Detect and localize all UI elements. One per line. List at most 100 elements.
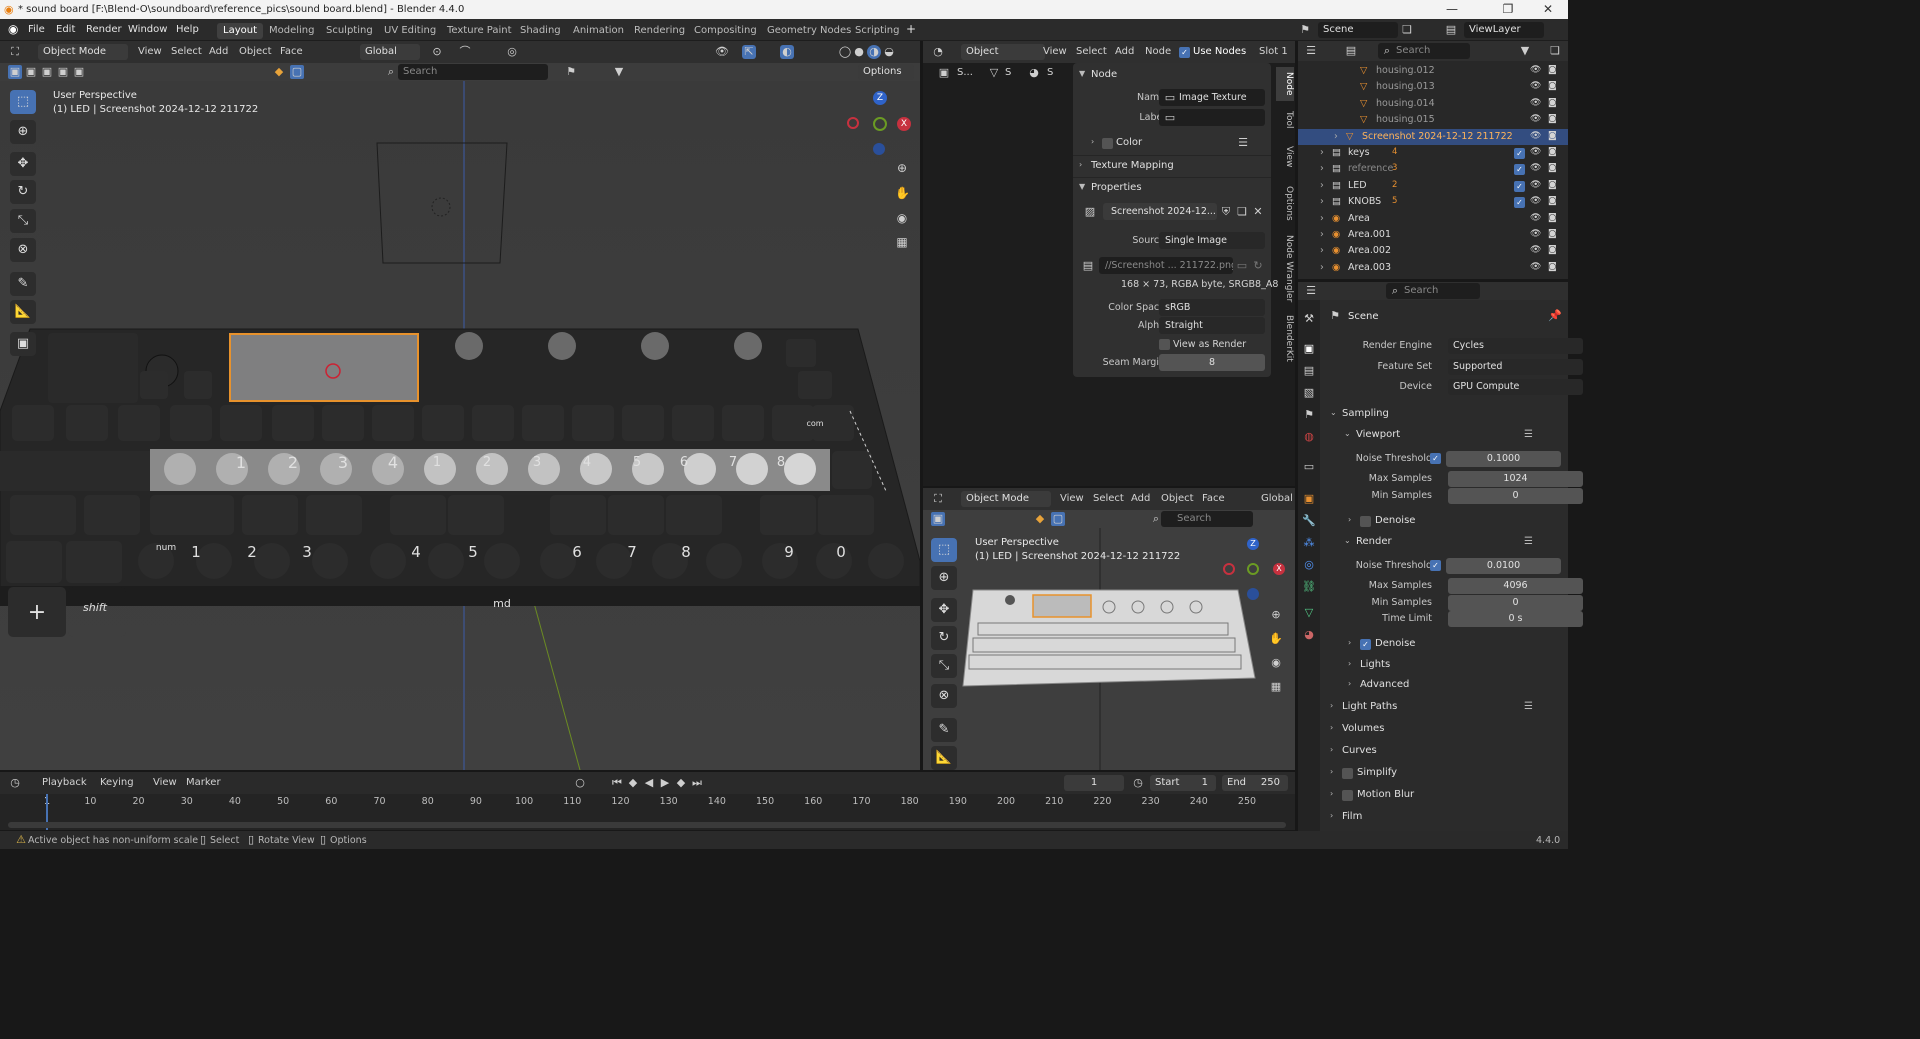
visibility-eye-icon[interactable]: 👁 [1530,65,1541,75]
fake-user-icon[interactable]: ⛨ [1219,205,1233,219]
visibility-eye-icon[interactable]: 👁 [1530,229,1541,239]
section-render[interactable]: ⌄ Render ☰ [1320,532,1568,552]
visibility-eye-icon[interactable]: 👁 [1530,213,1541,223]
viewport2-zoom-icon[interactable]: ⊕ [1269,608,1283,622]
viewport2-vertex-icon[interactable]: ▢ [1051,512,1065,526]
tab-modeling[interactable]: Modeling [263,23,321,39]
use-nodes-checkbox[interactable]: ✓ [1179,47,1190,58]
section-viewport-denoise-checkbox[interactable] [1360,516,1371,527]
outliner-display-mode-icon[interactable]: ▤ [1344,44,1358,58]
viewport-noise-threshold-checkbox[interactable]: ✓ [1430,453,1441,464]
blender-menu-icon[interactable]: ◉ [8,22,18,36]
viewport2-gizmo-z[interactable]: Z [1247,538,1259,550]
tab-sculpting[interactable]: Sculpting [320,23,379,39]
section-curves[interactable]: › Curves [1320,741,1568,761]
properties-editor-type-icon[interactable]: ☰ [1304,284,1318,298]
knob-4[interactable] [734,332,762,360]
viewport2-grid-icon[interactable]: ▦ [1269,680,1283,694]
render-camera-icon[interactable]: ◙ [1548,196,1557,206]
tab-texture-paint[interactable]: Texture Paint [441,23,518,39]
section-viewport[interactable]: ⌄ Viewport ☰ [1320,425,1568,445]
duplicate-icon[interactable]: ❏ [1235,205,1249,219]
viewport-min-samples-field[interactable]: 0 [1448,488,1583,504]
select-intersect-icon[interactable]: ▣ [72,65,86,79]
colorspace-dropdown[interactable]: sRGB [1159,299,1265,316]
outliner-row[interactable]: › ▤ LED 2 ✓ 👁 ◙ [1298,178,1568,194]
outliner-row[interactable]: › ◉ Area 👁 ◙ [1298,211,1568,227]
scale-tool-icon[interactable]: ⤡ [10,209,36,233]
viewport-max-samples-field[interactable]: 1024 [1448,471,1583,487]
select-subtract-icon[interactable]: ▣ [40,65,54,79]
menu-render[interactable]: Render [86,24,122,35]
vertex-mode-icon[interactable]: ▢ [290,65,304,79]
key-small-1[interactable] [140,371,168,399]
viewport-menu-view[interactable]: View [138,46,162,57]
alpha-dropdown[interactable]: Straight [1159,317,1265,334]
collection-tab-icon[interactable]: ▭ [1302,460,1316,474]
viewport2-cursor-tool-icon[interactable]: ⊕ [931,566,957,590]
viewport2-select-tool-icon[interactable]: ⬚ [931,538,957,562]
feature-set-field[interactable]: Supported [1448,359,1583,375]
particles-tab-icon[interactable]: ⁂ [1302,536,1316,550]
viewport2-gizmo-y[interactable] [1247,563,1259,575]
render-camera-icon[interactable]: ◙ [1548,262,1557,272]
annotate-tool-icon[interactable]: ✎ [10,272,36,296]
visibility-icon[interactable]: 👁 [715,45,729,59]
node-editor-type-icon[interactable]: ◔ [931,45,945,59]
tab-blenderkit[interactable]: BlenderKit [1276,313,1294,363]
filepath-field[interactable]: //Screenshot ... 211722.png [1099,257,1233,274]
modifiers-tab-icon[interactable]: 🔧 [1302,514,1316,528]
area-separator-h1[interactable] [923,486,1295,488]
viewport-menu-add[interactable]: Add [209,46,228,57]
viewport2-menu-add[interactable]: Add [1131,493,1150,504]
node-menu-select[interactable]: Select [1076,46,1107,57]
tab-options[interactable]: Options [1276,181,1294,225]
scene-tab-icon[interactable]: ⚑ [1302,408,1316,422]
render-camera-icon[interactable]: ◙ [1548,163,1557,173]
render-camera-icon[interactable]: ◙ [1548,245,1557,255]
led-screen-selected[interactable] [229,333,419,402]
section-volumes[interactable]: › Volumes [1320,719,1568,739]
tab-shading[interactable]: Shading [514,23,567,39]
visibility-eye-icon[interactable]: 👁 [1530,196,1541,206]
viewport2-gizmo-x[interactable]: X [1273,563,1285,575]
render-time-limit-field[interactable]: 0 s [1448,611,1583,627]
area-separator-v1[interactable] [920,41,923,771]
presets-list-icon[interactable]: ☰ [1524,536,1533,547]
outliner[interactable]: ☰ ▤ Search ⌕ ▼ ❏ ▽ housing.012 👁 ◙ ▽ housing.… [1298,41,1568,279]
outliner-row[interactable]: › ▤ keys 4 ✓ 👁 ◙ [1298,145,1568,161]
visibility-eye-icon[interactable]: 👁 [1530,131,1541,141]
end-frame-field[interactable]: End 250 [1222,775,1288,791]
viewport-menu-object[interactable]: Object [239,46,272,57]
timeline-menu-view[interactable]: View [153,777,177,788]
outliner-row[interactable]: › ◉ Area.001 👁 ◙ [1298,227,1568,243]
tab-node[interactable]: Node [1276,67,1294,101]
minimize-icon[interactable]: — [1432,0,1472,19]
folder-icon[interactable]: ▭ [1235,259,1249,273]
timeline-menu-marker[interactable]: Marker [186,777,221,788]
close-icon[interactable]: ✕ [1528,0,1568,19]
viewport-menu-select[interactable]: Select [171,46,202,57]
transform-tool-icon[interactable]: ⊗ [10,238,36,262]
secondary-3d-viewport[interactable]: ⛶ Object Mode View Select Add Object Fac… [923,488,1295,770]
section-render-denoise-checkbox[interactable]: ✓ [1360,639,1371,650]
outliner-row[interactable]: › ▽ Screenshot 2024-12-12 211722 👁 ◙ [1298,128,1568,145]
world-tab-icon[interactable]: ◍ [1302,430,1316,444]
viewport-menu-face[interactable]: Face [280,46,303,57]
zoom-icon[interactable]: ⊕ [895,161,909,175]
expand-arrow-icon[interactable]: › [1320,196,1324,207]
knob-3[interactable] [641,332,669,360]
tab-animation[interactable]: Animation [567,23,630,39]
menu-window[interactable]: Window [128,24,167,35]
expand-arrow-icon[interactable]: › [1320,245,1324,256]
play-reverse-icon[interactable]: ◀ [642,776,656,790]
menu-file[interactable]: File [28,24,45,35]
pan-hand-icon[interactable]: ✋ [895,186,910,200]
expand-arrow-icon[interactable]: › [1320,262,1324,273]
viewport2-gizmo-neg-z[interactable] [1247,588,1259,600]
outliner-row[interactable]: › ◉ Area.003 👁 ◙ [1298,260,1568,276]
expand-arrow-icon[interactable]: › [1320,163,1324,174]
tab-rendering[interactable]: Rendering [628,23,691,39]
viewport2-select-mode-icon[interactable]: ▣ [931,512,945,526]
viewport2-mode-selector[interactable]: Object Mode [961,491,1051,507]
